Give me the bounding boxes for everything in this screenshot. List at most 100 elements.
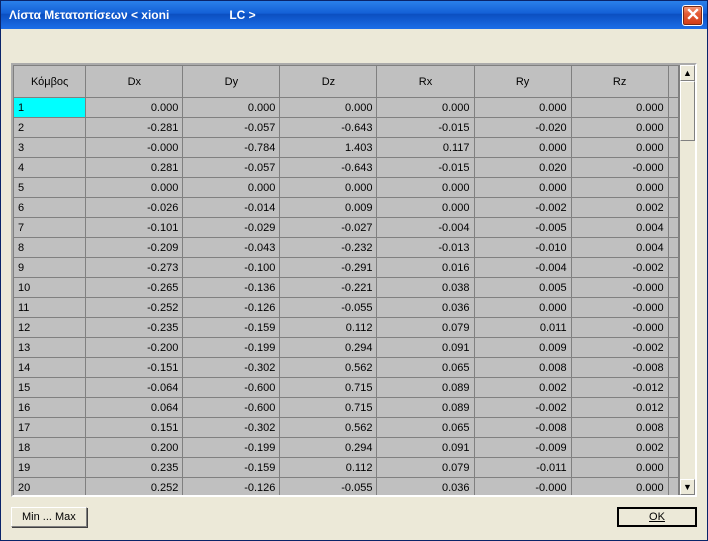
cell-rz[interactable]: 0.002 (571, 438, 668, 458)
cell-rz[interactable]: -0.012 (571, 378, 668, 398)
cell-rz[interactable]: 0.000 (571, 118, 668, 138)
cell-rz[interactable]: 0.000 (571, 178, 668, 198)
cell-dz[interactable]: -0.027 (280, 218, 377, 238)
cell-rz[interactable]: 0.004 (571, 218, 668, 238)
cell-ry[interactable]: -0.002 (474, 198, 571, 218)
cell-rx[interactable]: -0.004 (377, 218, 474, 238)
cell-dy[interactable]: -0.126 (183, 298, 280, 318)
cell-dy[interactable]: -0.302 (183, 418, 280, 438)
cell-node[interactable]: 12 (14, 318, 86, 338)
cell-node[interactable]: 4 (14, 158, 86, 178)
cell-dy[interactable]: 0.000 (183, 178, 280, 198)
cell-node[interactable]: 14 (14, 358, 86, 378)
cell-dx[interactable]: 0.000 (86, 178, 183, 198)
cell-rx[interactable]: 0.117 (377, 138, 474, 158)
cell-rz[interactable]: -0.000 (571, 318, 668, 338)
cell-dy[interactable]: -0.126 (183, 478, 280, 496)
cell-dz[interactable]: -0.055 (280, 298, 377, 318)
cell-ry[interactable]: 0.009 (474, 338, 571, 358)
table-row[interactable]: 6-0.026-0.0140.0090.000-0.0020.002 (14, 198, 679, 218)
cell-rz[interactable]: 0.000 (571, 478, 668, 496)
cell-ry[interactable]: -0.008 (474, 418, 571, 438)
cell-dx[interactable]: -0.235 (86, 318, 183, 338)
cell-dz[interactable]: 0.294 (280, 338, 377, 358)
cell-node[interactable]: 9 (14, 258, 86, 278)
cell-ry[interactable]: -0.010 (474, 238, 571, 258)
cell-ry[interactable]: 0.002 (474, 378, 571, 398)
cell-dy[interactable]: -0.199 (183, 338, 280, 358)
cell-dy[interactable]: 0.000 (183, 98, 280, 118)
cell-dz[interactable]: 0.715 (280, 378, 377, 398)
table-row[interactable]: 40.281-0.057-0.643-0.0150.020-0.000 (14, 158, 679, 178)
cell-dy[interactable]: -0.136 (183, 278, 280, 298)
table-row[interactable]: 11-0.252-0.126-0.0550.0360.000-0.000 (14, 298, 679, 318)
cell-dz[interactable]: 0.009 (280, 198, 377, 218)
cell-rx[interactable]: 0.016 (377, 258, 474, 278)
cell-dx[interactable]: 0.281 (86, 158, 183, 178)
cell-dx[interactable]: 0.200 (86, 438, 183, 458)
cell-rz[interactable]: 0.000 (571, 458, 668, 478)
cell-dy[interactable]: -0.600 (183, 398, 280, 418)
cell-dy[interactable]: -0.199 (183, 438, 280, 458)
col-header-node[interactable]: Κόμβος (14, 66, 86, 98)
cell-node[interactable]: 17 (14, 418, 86, 438)
cell-rx[interactable]: 0.036 (377, 298, 474, 318)
cell-node[interactable]: 7 (14, 218, 86, 238)
scroll-track[interactable] (680, 81, 695, 479)
cell-ry[interactable]: 0.000 (474, 298, 571, 318)
table-row[interactable]: 2-0.281-0.057-0.643-0.015-0.0200.000 (14, 118, 679, 138)
vertical-scrollbar[interactable]: ▲ ▼ (679, 65, 695, 495)
cell-ry[interactable]: -0.020 (474, 118, 571, 138)
cell-dz[interactable]: 0.562 (280, 418, 377, 438)
cell-ry[interactable]: 0.000 (474, 138, 571, 158)
cell-dx[interactable]: -0.273 (86, 258, 183, 278)
cell-dx[interactable]: -0.209 (86, 238, 183, 258)
cell-dx[interactable]: 0.064 (86, 398, 183, 418)
cell-rx[interactable]: 0.091 (377, 438, 474, 458)
cell-ry[interactable]: -0.000 (474, 478, 571, 496)
cell-dx[interactable]: -0.000 (86, 138, 183, 158)
cell-rz[interactable]: 0.004 (571, 238, 668, 258)
col-header-dy[interactable]: Dy (183, 66, 280, 98)
cell-dy[interactable]: -0.159 (183, 318, 280, 338)
cell-node[interactable]: 11 (14, 298, 86, 318)
cell-node[interactable]: 10 (14, 278, 86, 298)
cell-rx[interactable]: 0.079 (377, 458, 474, 478)
cell-rx[interactable]: -0.013 (377, 238, 474, 258)
cell-rx[interactable]: 0.065 (377, 418, 474, 438)
table-row[interactable]: 200.252-0.126-0.0550.036-0.0000.000 (14, 478, 679, 496)
cell-rx[interactable]: -0.015 (377, 118, 474, 138)
cell-rx[interactable]: 0.091 (377, 338, 474, 358)
cell-dx[interactable]: -0.064 (86, 378, 183, 398)
close-button[interactable] (682, 5, 703, 26)
cell-rz[interactable]: 0.008 (571, 418, 668, 438)
cell-dz[interactable]: 1.403 (280, 138, 377, 158)
cell-dz[interactable]: -0.221 (280, 278, 377, 298)
table-row[interactable]: 50.0000.0000.0000.0000.0000.000 (14, 178, 679, 198)
cell-dy[interactable]: -0.043 (183, 238, 280, 258)
cell-dx[interactable]: -0.281 (86, 118, 183, 138)
cell-ry[interactable]: 0.011 (474, 318, 571, 338)
cell-ry[interactable]: -0.005 (474, 218, 571, 238)
displacement-table[interactable]: Κόμβος Dx Dy Dz Rx Ry Rz 10.0000.0000.00… (13, 65, 679, 495)
scroll-down-button[interactable]: ▼ (680, 479, 695, 495)
cell-ry[interactable]: -0.009 (474, 438, 571, 458)
cell-node[interactable]: 3 (14, 138, 86, 158)
cell-node[interactable]: 8 (14, 238, 86, 258)
cell-dy[interactable]: -0.029 (183, 218, 280, 238)
col-header-rx[interactable]: Rx (377, 66, 474, 98)
cell-rx[interactable]: 0.038 (377, 278, 474, 298)
cell-dy[interactable]: -0.784 (183, 138, 280, 158)
cell-dx[interactable]: -0.101 (86, 218, 183, 238)
cell-dy[interactable]: -0.600 (183, 378, 280, 398)
cell-rx[interactable]: 0.000 (377, 178, 474, 198)
table-row[interactable]: 15-0.064-0.6000.7150.0890.002-0.012 (14, 378, 679, 398)
cell-ry[interactable]: 0.020 (474, 158, 571, 178)
cell-dy[interactable]: -0.014 (183, 198, 280, 218)
cell-rz[interactable]: 0.000 (571, 138, 668, 158)
cell-dx[interactable]: -0.151 (86, 358, 183, 378)
cell-dx[interactable]: 0.151 (86, 418, 183, 438)
table-row[interactable]: 160.064-0.6000.7150.089-0.0020.012 (14, 398, 679, 418)
col-header-rz[interactable]: Rz (571, 66, 668, 98)
cell-dx[interactable]: -0.026 (86, 198, 183, 218)
